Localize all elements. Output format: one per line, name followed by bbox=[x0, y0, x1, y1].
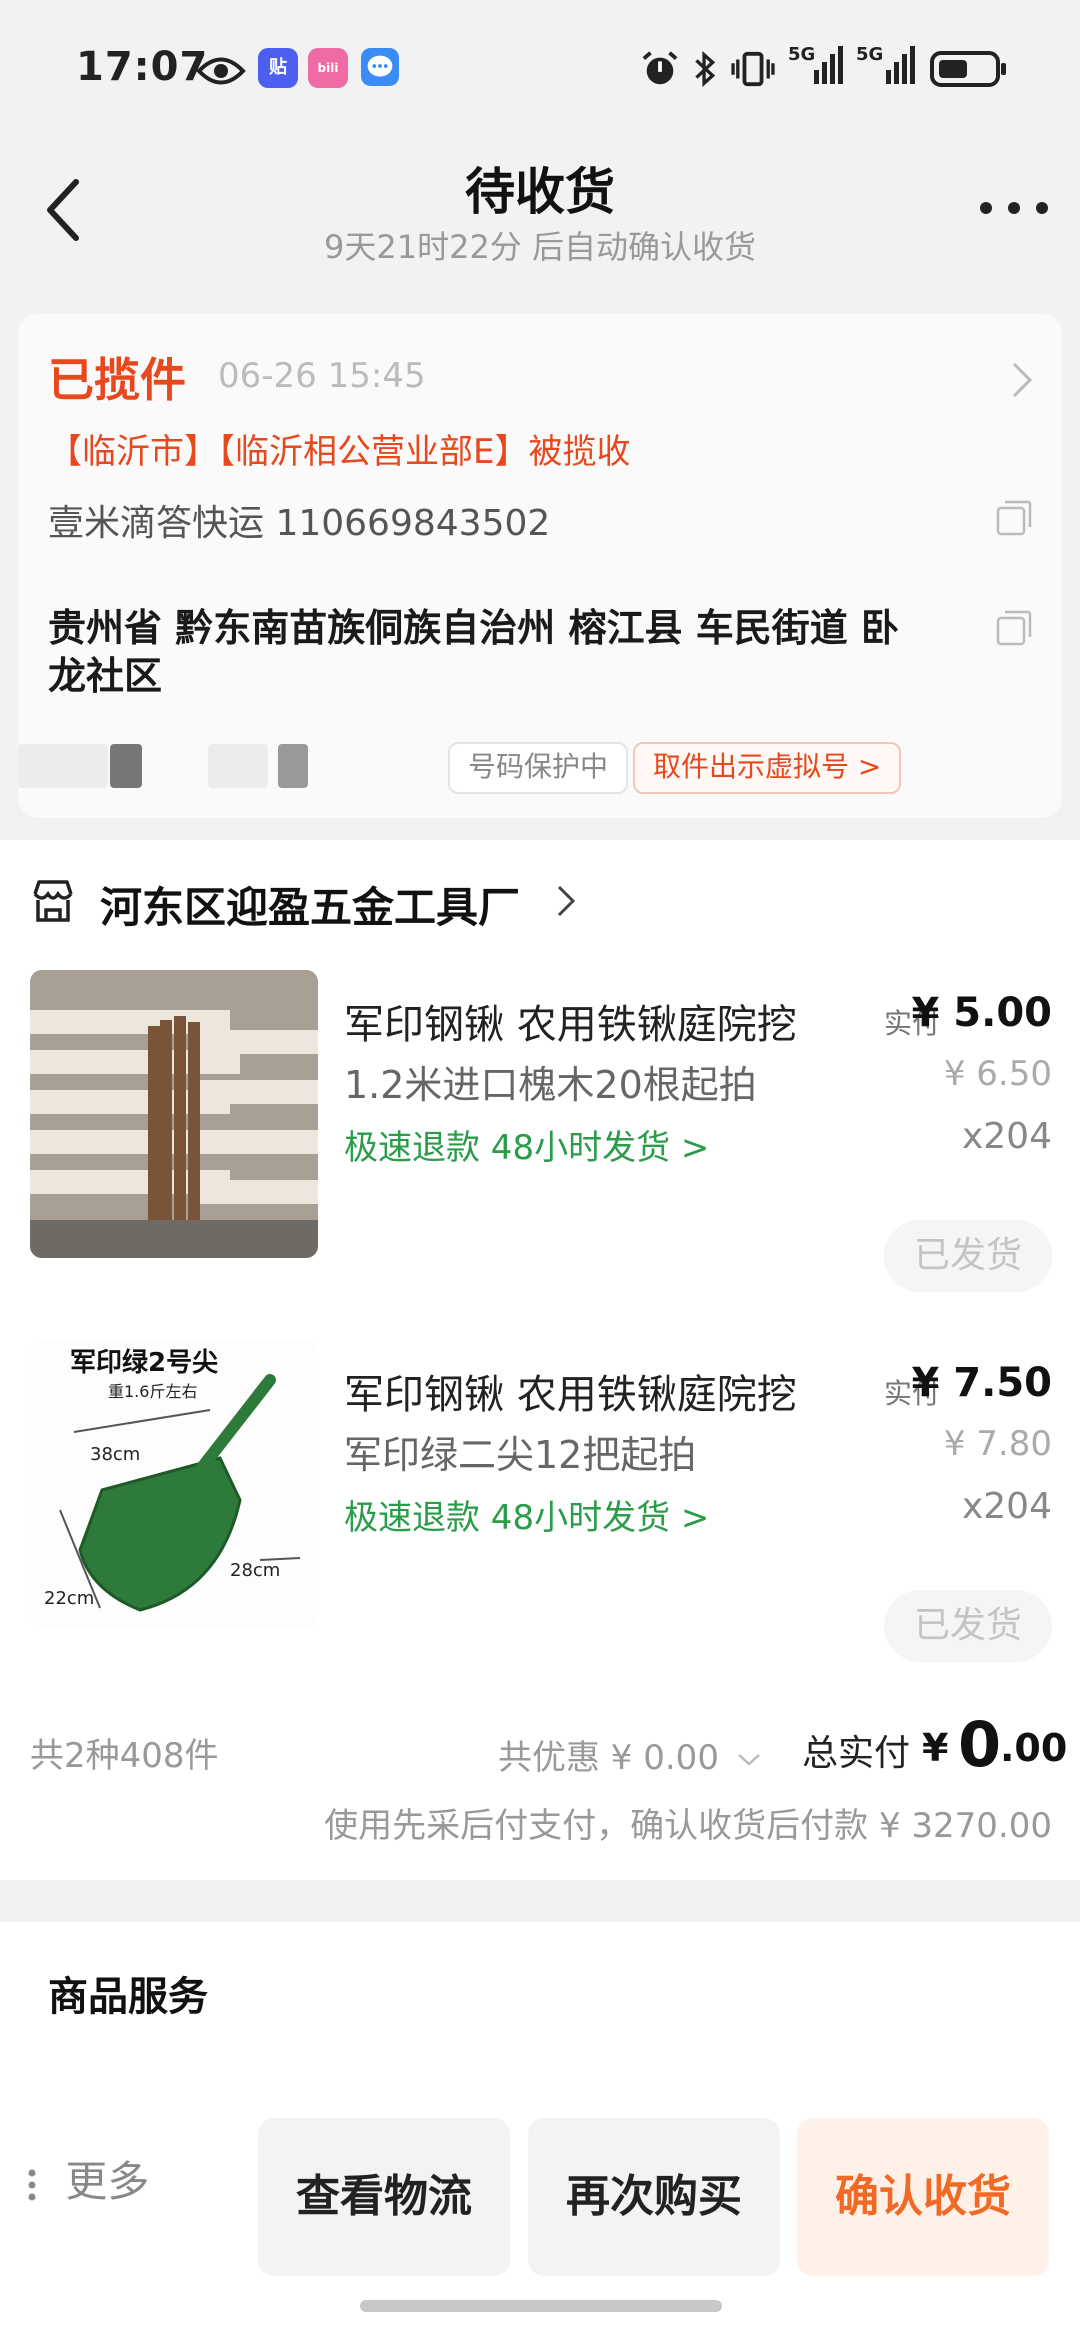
shop-name[interactable]: 河东区迎盈五金工具厂 bbox=[100, 874, 520, 935]
auto-confirm-countdown: 9天21时22分 后自动确认收货 bbox=[324, 228, 756, 266]
bottom-action-bar: 更多 查看物流 再次购买 确认收货 bbox=[0, 2060, 1080, 2338]
confirm-receipt-button[interactable]: 确认收货 bbox=[797, 2118, 1049, 2276]
bluetooth-icon bbox=[695, 51, 716, 87]
eye-icon bbox=[196, 57, 246, 85]
shop-order-card: 河东区迎盈五金工具厂 军印钢锹 农用铁锹庭院挖 1.2米进口槐木20根起拍 极速… bbox=[0, 840, 1080, 1880]
shipped-status-button: 已发货 bbox=[884, 1220, 1052, 1292]
signal-5g-icon: 5G bbox=[856, 44, 918, 88]
vertical-dots-icon bbox=[28, 2169, 36, 2200]
redacted-name bbox=[18, 744, 108, 788]
product-image-dim: 22cm bbox=[44, 1588, 95, 1609]
total-amount-dec: .00 bbox=[1000, 1726, 1068, 1770]
pay-later-note: 使用先采后付支付，确认收货后付款 ¥ 3270.00 bbox=[324, 1806, 1052, 1846]
item-paid-price: ¥ 5.00 bbox=[911, 990, 1052, 1036]
more-button[interactable]: 更多 bbox=[26, 2148, 149, 2209]
carrier-tracking-number: 壹米滴答快运 110669843502 bbox=[48, 503, 551, 544]
fast-refund-shipping-tag[interactable]: 极速退款 48小时发货 > bbox=[344, 1120, 709, 1169]
signal-5g-icon: 5G bbox=[788, 44, 844, 88]
redacted-phone bbox=[278, 744, 308, 788]
recipient-contact: 号码保护中 取件出示虚拟号 > bbox=[18, 734, 948, 794]
order-item[interactable]: 军印钢锹 农用铁锹庭院挖 1.2米进口槐木20根起拍 极速退款 48小时发货 >… bbox=[0, 970, 1080, 1310]
nav-header: 待收货 9天21时22分 后自动确认收货 bbox=[0, 130, 1080, 300]
item-paid-price: ¥ 7.50 bbox=[911, 1360, 1052, 1406]
chevron-right-icon[interactable] bbox=[1010, 360, 1034, 400]
order-summary: 共2种408件 共优惠 ¥ 0.00 总实付 ¥ 0 .00 使用先采后付支付，… bbox=[0, 1708, 1080, 1870]
item-original-price: ¥ 6.50 bbox=[943, 1054, 1052, 1094]
copy-address-icon[interactable] bbox=[996, 610, 1032, 646]
logistics-time: 06-26 15:45 bbox=[218, 356, 426, 396]
item-quantity: x204 bbox=[961, 1486, 1052, 1527]
bilibili-app-icon: bili bbox=[308, 48, 348, 88]
view-logistics-button[interactable]: 查看物流 bbox=[258, 2118, 510, 2276]
show-virtual-number-button[interactable]: 取件出示虚拟号 > bbox=[633, 742, 902, 794]
item-count: 共2种408件 bbox=[30, 1736, 219, 1776]
status-time: 17:07 bbox=[76, 44, 209, 90]
alarm-icon bbox=[642, 51, 678, 85]
product-image-weight: 重1.6斤左右 bbox=[108, 1382, 198, 1401]
item-name: 军印钢锹 农用铁锹庭院挖 bbox=[344, 1372, 797, 1418]
fast-refund-shipping-tag[interactable]: 极速退款 48小时发货 > bbox=[344, 1490, 709, 1539]
message-app-icon bbox=[361, 48, 399, 86]
order-item[interactable]: 军印绿2号尖 重1.6斤左右 38cm 28cm 22cm 军印钢锹 农用铁锹庭… bbox=[0, 1340, 1080, 1680]
logistics-location: 【临沂市】【临沂相公营业部E】被揽收 bbox=[48, 432, 631, 472]
product-image-dim: 38cm bbox=[90, 1444, 141, 1465]
total-amount-int: 0 bbox=[958, 1708, 1002, 1781]
total-paid-label: 总实付 bbox=[802, 1733, 911, 1774]
item-name: 军印钢锹 农用铁锹庭院挖 bbox=[344, 1002, 797, 1048]
discount-dropdown[interactable]: 共优惠 ¥ 0.00 bbox=[498, 1730, 762, 1779]
chevron-down-icon bbox=[737, 1753, 760, 1766]
buy-again-button[interactable]: 再次购买 bbox=[528, 2118, 780, 2276]
item-spec: 1.2米进口槐木20根起拍 bbox=[344, 1063, 757, 1107]
redacted-block bbox=[110, 744, 142, 788]
item-original-price: ¥ 7.80 bbox=[943, 1424, 1052, 1464]
logistics-card[interactable]: 已揽件 06-26 15:45 【临沂市】【临沂相公营业部E】被揽收 壹米滴答快… bbox=[18, 314, 1062, 818]
battery-icon bbox=[930, 51, 1006, 87]
tieba-app-icon: 贴 bbox=[258, 48, 298, 88]
product-image[interactable]: 军印绿2号尖 重1.6斤左右 38cm 28cm 22cm bbox=[30, 1340, 318, 1628]
number-protection-badge: 号码保护中 bbox=[448, 742, 629, 794]
home-indicator[interactable] bbox=[360, 2300, 722, 2312]
more-options-icon[interactable] bbox=[974, 178, 1054, 238]
shipped-status-button: 已发货 bbox=[884, 1590, 1052, 1662]
total-currency: ¥ bbox=[922, 1726, 949, 1770]
product-image[interactable] bbox=[30, 970, 318, 1258]
product-image-dim: 28cm bbox=[230, 1560, 281, 1581]
item-quantity: x204 bbox=[961, 1116, 1052, 1157]
store-icon bbox=[33, 880, 73, 922]
copy-icon[interactable] bbox=[996, 500, 1032, 536]
more-label: 更多 bbox=[65, 2157, 150, 2206]
page-title: 待收货 bbox=[465, 163, 615, 221]
product-image-title: 军印绿2号尖 bbox=[70, 1348, 219, 1378]
redacted-phone bbox=[208, 744, 268, 788]
item-spec: 军印绿二尖12把起拍 bbox=[344, 1433, 697, 1477]
chevron-right-icon[interactable] bbox=[556, 884, 576, 918]
logistics-status: 已揽件 bbox=[48, 353, 186, 407]
status-bar: 17:07 贴 bili 5G 5G bbox=[0, 0, 1080, 130]
delivery-address: 贵州省 黔东南苗族侗族自治州 榕江县 车民街道 卧龙社区 bbox=[48, 606, 899, 698]
vibrate-icon bbox=[731, 51, 775, 87]
discount-text: 共优惠 ¥ 0.00 bbox=[498, 1738, 719, 1778]
section-title: 商品服务 bbox=[48, 1974, 208, 2020]
